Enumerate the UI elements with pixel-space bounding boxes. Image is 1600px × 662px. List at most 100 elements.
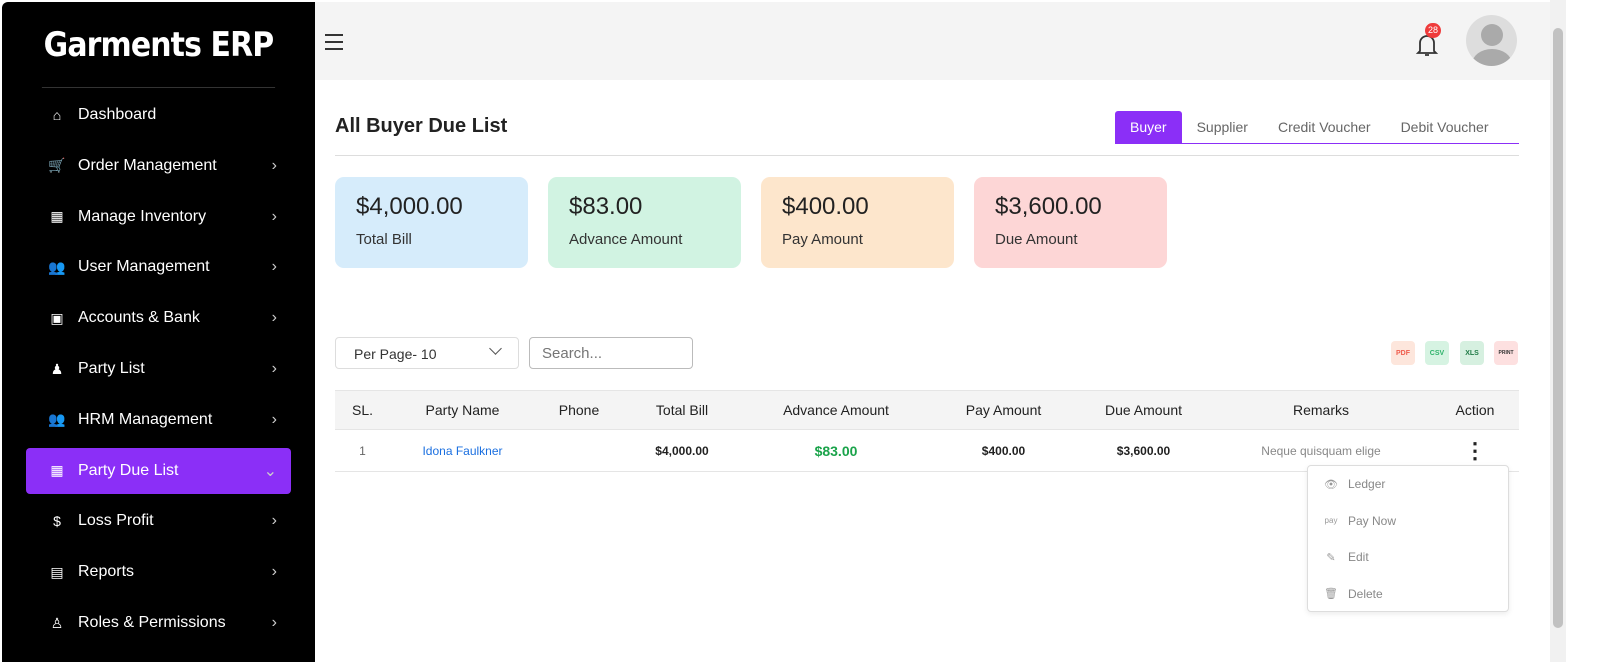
pencil-icon: ✎ [1324, 551, 1338, 564]
sidebar-item-label: HRM Management [78, 411, 212, 429]
card-value: $3,600.00 [995, 193, 1146, 221]
chevron-icon: › [272, 258, 277, 276]
summary-card-pay-amount: $400.00 Pay Amount [761, 177, 954, 268]
sidebar-item-label: Accounts & Bank [78, 309, 200, 327]
divider [335, 155, 1519, 156]
tab-credit-voucher[interactable]: Credit Voucher [1263, 111, 1386, 143]
search-input[interactable] [529, 337, 693, 369]
roles-icon: ♙ [48, 614, 66, 632]
pdf-export-icon[interactable]: PDF [1391, 341, 1415, 365]
cell-advance: $83.00 [741, 430, 931, 472]
chevron-icon: ⌄ [264, 461, 277, 481]
cell-sl: 1 [335, 430, 390, 472]
card-label: Total Bill [356, 231, 507, 248]
tab-buyer[interactable]: Buyer [1115, 111, 1182, 143]
party-name-link[interactable]: Idona Faulkner [390, 430, 535, 472]
tab-debit-voucher[interactable]: Debit Voucher [1386, 111, 1504, 143]
column-header: SL. [335, 391, 390, 430]
sidebar-item-reports[interactable]: ▤ Reports › [26, 549, 291, 595]
sidebar-item-user-management[interactable]: 👥User Management› [26, 244, 291, 290]
menu-item-pay-now[interactable]: pay Pay Now [1308, 503, 1508, 540]
menu-item-delete[interactable]: 🗑Delete [1308, 576, 1508, 613]
chevron-icon: › [272, 614, 277, 632]
sidebar-item-label: Manage Inventory [78, 208, 206, 226]
menu-item-edit[interactable]: ✎ Edit [1308, 539, 1508, 576]
wallet-icon: ▣ [48, 309, 66, 327]
sidebar-item-order-management[interactable]: 🛒 Order Management › [26, 143, 291, 189]
sidebar-item-label: Dashboard [78, 106, 156, 124]
card-value: $83.00 [569, 193, 720, 221]
chevron-down-icon [489, 342, 502, 355]
sidebar-item-accounts-bank[interactable]: ▣ Accounts & Bank › [26, 295, 291, 341]
avatar[interactable] [1466, 15, 1517, 66]
top-header: 28 [315, 2, 1550, 80]
sidebar-item-label: Party List [78, 360, 145, 378]
scrollbar[interactable] [1550, 0, 1566, 662]
home-icon: ⌂ [48, 106, 66, 124]
eye-icon: 👁 [1324, 478, 1338, 491]
sidebar-item-party-list[interactable]: ♟ Party List › [26, 346, 291, 392]
chevron-icon: › [272, 157, 277, 175]
sidebar-item-party-due-list[interactable]: ▦ Party Due List ⌄ [26, 448, 291, 494]
column-header: Pay Amount [931, 391, 1076, 430]
card-label: Pay Amount [782, 231, 933, 248]
page-title: All Buyer Due List [335, 115, 507, 138]
sidebar-item-roles-permissions[interactable]: ♙ Roles & Permissions › [26, 600, 291, 646]
sidebar-item-label: User Management [78, 258, 210, 276]
column-header: Party Name [390, 391, 535, 430]
column-header: Action [1431, 391, 1519, 430]
menu-label: Delete [1348, 587, 1383, 601]
sidebar: Garments ERP ⌂ Dashboard 🛒 Order Management… [2, 2, 315, 662]
logo: Garments ERP [42, 2, 275, 88]
summary-card-total-bill: $4,000.00 Total Bill [335, 177, 528, 268]
pay-icon: pay [1324, 516, 1338, 525]
per-page-select[interactable]: Per Page- 10 [335, 337, 519, 369]
sidebar-item-dashboard[interactable]: ⌂ Dashboard [26, 92, 291, 138]
sidebar-item-hrm-management[interactable]: 👥 HRM Management › [26, 397, 291, 443]
report-icon: ▤ [48, 563, 66, 581]
chevron-icon: › [272, 360, 277, 378]
card-value: $4,000.00 [356, 193, 507, 221]
sidebar-item-loss-profit[interactable]: $ Loss Profit › [26, 498, 291, 544]
csv-export-icon[interactable]: CSV [1425, 341, 1449, 365]
column-header: Remarks [1211, 391, 1431, 430]
chevron-icon: › [272, 309, 277, 327]
sidebar-item-label: Reports [78, 563, 134, 581]
cell-total-bill: $4,000.00 [623, 430, 741, 472]
menu-toggle-icon[interactable] [325, 34, 343, 55]
excel-export-icon[interactable]: XLS [1460, 341, 1484, 365]
column-header: Due Amount [1076, 391, 1211, 430]
card-label: Due Amount [995, 231, 1146, 248]
menu-label: Edit [1348, 550, 1369, 564]
action-menu: 👁 Ledger pay Pay Now ✎ Edit 🗑Delete [1307, 465, 1509, 612]
menu-item-ledger[interactable]: 👁 Ledger [1308, 466, 1508, 503]
sidebar-item-manage-inventory[interactable]: ▦Manage Inventory› [26, 194, 291, 240]
chevron-icon: › [272, 208, 277, 226]
card-value: $400.00 [782, 193, 933, 221]
per-page-value: Per Page- 10 [354, 346, 437, 362]
sidebar-item-label: Party Due List [78, 462, 178, 480]
hrm-icon: 👥 [48, 411, 66, 429]
cell-phone [535, 430, 623, 472]
menu-label: Pay Now [1348, 514, 1396, 528]
cell-pay: $400.00 [931, 430, 1076, 472]
summary-card-advance-amount: $83.00Advance Amount [548, 177, 741, 268]
cart-icon: 🛒 [48, 157, 66, 175]
print-icon[interactable]: PRINT [1494, 341, 1518, 365]
menu-label: Ledger [1348, 477, 1385, 491]
chevron-icon: › [272, 512, 277, 530]
due-table: SL.Party NamePhoneTotal BillAdvance Amou… [335, 390, 1519, 472]
coins-icon: $ [48, 512, 66, 530]
notification-badge: 28 [1425, 23, 1441, 38]
summary-card-due-amount: $3,600.00 Due Amount [974, 177, 1167, 268]
calendar-icon: ▦ [48, 462, 66, 480]
sidebar-item-label: Order Management [78, 157, 217, 175]
sidebar-item-label: Loss Profit [78, 512, 154, 530]
chevron-icon: › [272, 411, 277, 429]
cell-due: $3,600.00 [1076, 430, 1211, 472]
party-icon: ♟ [48, 360, 66, 378]
sidebar-item-label: Roles & Permissions [78, 614, 226, 632]
chevron-icon: › [272, 563, 277, 581]
tabs: Buyer Supplier Credit Voucher Debit Vouc… [1115, 111, 1519, 144]
tab-supplier[interactable]: Supplier [1182, 111, 1263, 143]
